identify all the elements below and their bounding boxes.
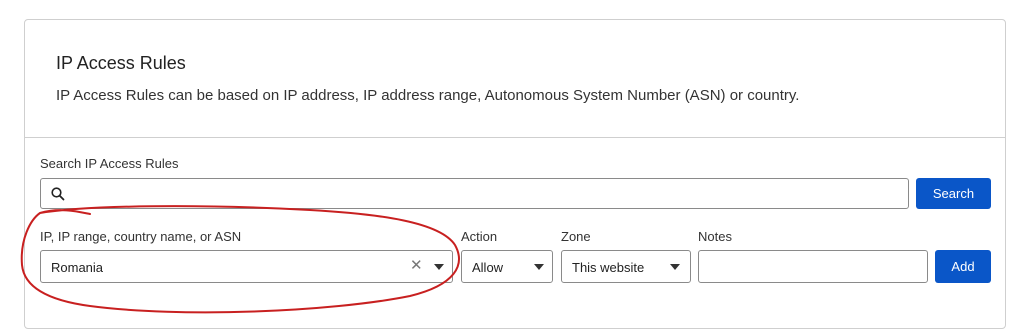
chevron-down-icon [534,264,544,270]
add-button[interactable]: Add [935,250,991,283]
search-button[interactable]: Search [916,178,991,209]
panel-header: IP Access Rules IP Access Rules can be b… [25,20,1005,138]
panel-description: IP Access Rules can be based on IP addre… [56,87,800,104]
search-field[interactable] [40,178,909,210]
target-label: IP, IP range, country name, or ASN [40,229,242,244]
zone-select[interactable]: This website [561,250,691,283]
action-label: Action [461,229,498,244]
close-icon[interactable]: ✕ [410,258,423,274]
zone-label: Zone [561,229,591,244]
ip-access-rules-panel: IP Access Rules IP Access Rules can be b… [24,19,1006,329]
notes-label: Notes [698,229,732,244]
search-label: Search IP Access Rules [40,156,179,171]
notes-input[interactable] [698,250,928,283]
action-value: Allow [472,260,504,275]
target-combobox[interactable]: Romania ✕ [40,250,453,283]
search-icon [51,187,65,201]
chevron-down-icon[interactable] [434,264,444,270]
action-select[interactable]: Allow [461,250,553,283]
panel-title: IP Access Rules [56,53,186,73]
target-value: Romania [51,260,104,275]
chevron-down-icon [670,264,680,270]
zone-value: This website [572,260,645,275]
search-input[interactable] [71,179,905,210]
